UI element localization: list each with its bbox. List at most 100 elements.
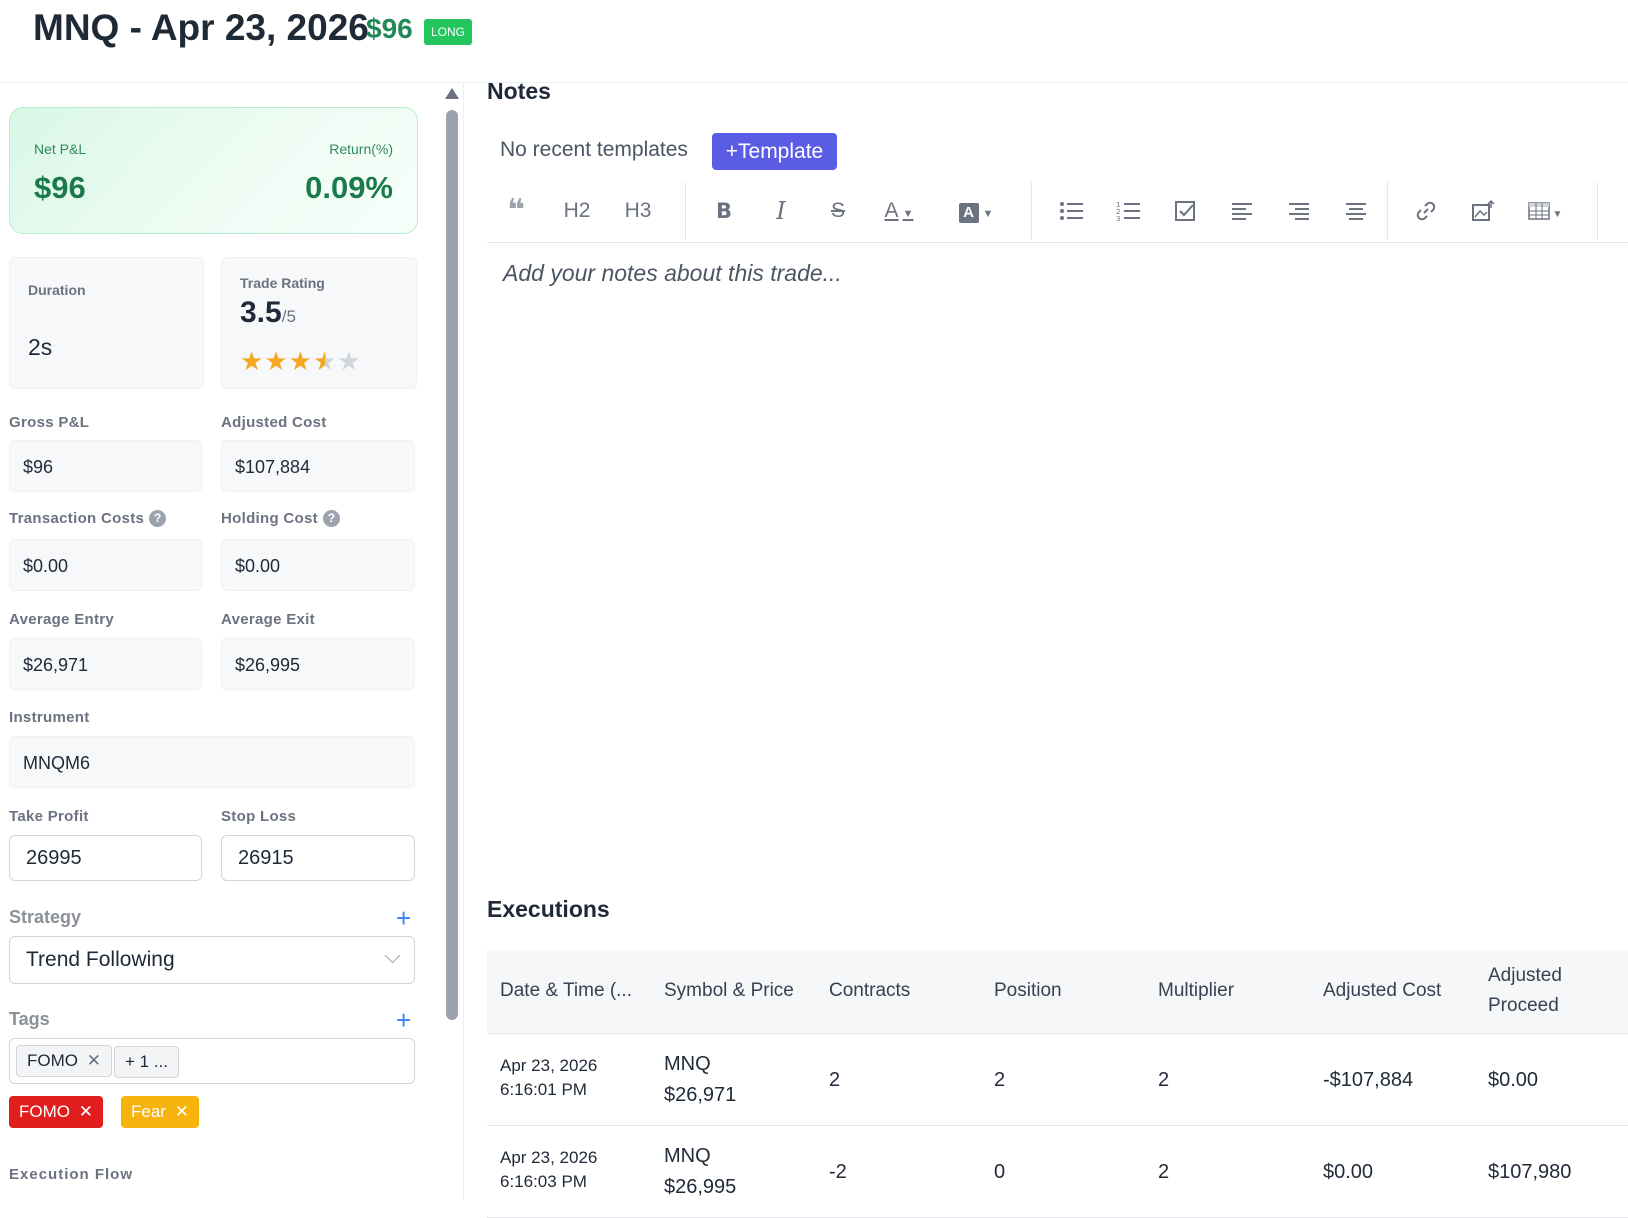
link-icon[interactable] — [1409, 180, 1443, 242]
exec-contracts: 2 — [829, 1069, 841, 1091]
table-row[interactable]: Apr 23, 2026 6:16:03 PM MNQ $26,995 -2 0… — [487, 1126, 1628, 1218]
column-header[interactable]: Position — [994, 976, 1062, 1006]
tag-chip-label: FOMO — [27, 1051, 78, 1070]
column-header[interactable]: Multiplier — [1158, 976, 1234, 1006]
highlight-color-button[interactable]: A ▼ — [954, 180, 998, 242]
column-header[interactable]: Contracts — [829, 976, 910, 1006]
duration-value: 2s — [28, 334, 53, 360]
highlight-label: A — [958, 203, 979, 223]
toolbar-divider — [685, 182, 686, 240]
table-header: Date & Time (... Symbol & Price Contract… — [487, 950, 1628, 1034]
heading-3-button[interactable]: H3 — [618, 180, 658, 242]
rating-stars[interactable]: ★★★★★ — [240, 346, 362, 377]
insert-image-icon[interactable] — [1466, 180, 1500, 242]
close-icon[interactable]: ✕ — [175, 1102, 189, 1121]
transaction-costs-label: Transaction Costs — [9, 510, 145, 527]
notes-editor[interactable]: Add your notes about this trade... — [503, 260, 842, 287]
average-entry-label: Average Entry — [9, 611, 115, 628]
gross-pnl-field: $96 — [9, 440, 202, 492]
italic-button[interactable]: I — [766, 180, 796, 242]
caret-down-icon: ▼ — [982, 208, 994, 220]
align-center-icon[interactable] — [1339, 180, 1373, 242]
align-right-icon[interactable] — [1282, 180, 1316, 242]
close-icon[interactable]: ✕ — [79, 1102, 93, 1121]
font-color-label: A — [884, 199, 899, 222]
star-half-icon[interactable]: ★ — [313, 346, 337, 376]
strikethrough-button[interactable]: S — [823, 180, 853, 242]
star-icon[interactable]: ★ — [264, 346, 288, 376]
column-header[interactable]: Adjusted Cost — [1323, 976, 1441, 1006]
align-left-icon[interactable] — [1225, 180, 1259, 242]
instrument-field: MNQM6 — [9, 736, 415, 788]
take-profit-input[interactable]: 26995 — [9, 835, 202, 881]
average-exit-label: Average Exit — [221, 611, 315, 628]
trade-rating-score: 3.5/5 — [240, 296, 296, 330]
more-tags-chip[interactable]: + 1 ... — [114, 1046, 179, 1078]
exec-adjusted-proceed: $0.00 — [1488, 1069, 1539, 1091]
stop-loss-label: Stop Loss — [221, 808, 297, 825]
take-profit-label: Take Profit — [9, 808, 89, 825]
strategy-select[interactable]: Trend Following — [9, 936, 415, 984]
add-strategy-icon[interactable]: + — [396, 905, 411, 931]
checklist-icon[interactable] — [1168, 180, 1202, 242]
caret-down-icon: ▼ — [902, 208, 914, 220]
editor-toolbar: ❝ H2 H3 B I S A ▼ A ▼ 123 ▼ — [487, 180, 1628, 243]
trade-rating-label: Trade Rating — [240, 275, 325, 291]
add-template-button[interactable]: +Template — [712, 133, 837, 170]
table-icon — [1527, 202, 1550, 221]
gross-pnl-label: Gross P&L — [9, 414, 90, 431]
rating-max: /5 — [281, 307, 296, 326]
column-header[interactable]: Adjusted Proceed — [1488, 961, 1588, 1021]
font-color-button[interactable]: A ▼ — [877, 180, 921, 242]
transaction-costs-field: $0.00 — [9, 539, 202, 591]
tags-label: Tags — [9, 1009, 50, 1029]
star-icon[interactable]: ★ — [240, 346, 264, 376]
star-empty-icon[interactable]: ★ — [337, 346, 361, 376]
close-icon[interactable]: ✕ — [87, 1051, 101, 1070]
star-icon[interactable]: ★ — [289, 346, 313, 376]
stop-loss-input[interactable]: 26915 — [221, 835, 415, 881]
trade-header: MNQ - Apr 23, 2026 $96 LONG — [0, 0, 1628, 83]
add-tag-icon[interactable]: + — [396, 1007, 411, 1033]
column-header[interactable]: Date & Time (... — [500, 976, 632, 1006]
bullet-list-icon[interactable] — [1054, 180, 1088, 242]
trade-details-panel: Net P&L Return(%) $96 0.09% Duration 2s … — [0, 83, 445, 1200]
scroll-up-arrow[interactable] — [445, 88, 459, 99]
table-row[interactable]: Apr 23, 2026 6:16:01 PM MNQ $26,971 2 2 … — [487, 1034, 1628, 1126]
tag-pill-fomo[interactable]: FOMO ✕ — [9, 1096, 103, 1128]
holding-cost-field: $0.00 — [221, 539, 415, 591]
exec-price: $26,971 — [664, 1084, 737, 1106]
help-icon[interactable]: ? — [149, 510, 167, 527]
column-header[interactable]: Symbol & Price — [664, 976, 794, 1006]
exec-date: Apr 23, 2026 — [500, 1148, 598, 1167]
trade-title: MNQ - Apr 23, 2026 — [33, 7, 369, 48]
tags-select[interactable]: FOMO ✕ + 1 ... — [9, 1038, 415, 1084]
adjusted-cost-field: $107,884 — [221, 440, 415, 492]
toolbar-divider — [1031, 182, 1032, 240]
duration-label: Duration — [28, 282, 86, 298]
exec-position: 2 — [994, 1069, 1006, 1091]
tag-chip[interactable]: FOMO ✕ — [16, 1045, 112, 1077]
tag-pill-label: FOMO — [19, 1102, 70, 1121]
scrollbar-thumb[interactable] — [446, 110, 458, 1020]
tag-pill-fear[interactable]: Fear ✕ — [121, 1096, 199, 1128]
exec-adjusted-cost: -$107,884 — [1323, 1069, 1414, 1091]
exec-time: 6:16:01 PM — [500, 1080, 587, 1099]
exec-symbol: MNQ — [664, 1145, 711, 1167]
rating-value: 3.5 — [240, 296, 282, 329]
execution-flow-label: Execution Flow — [9, 1166, 134, 1183]
bold-button[interactable]: B — [709, 180, 739, 242]
heading-2-button[interactable]: H2 — [557, 180, 597, 242]
return-value: 0.09% — [305, 170, 393, 205]
header-pnl: $96 — [366, 13, 413, 44]
blockquote-icon[interactable]: ❝ — [499, 180, 533, 242]
tag-pill-label: Fear — [131, 1102, 166, 1121]
average-entry-field: $26,971 — [9, 638, 202, 690]
insert-table-button[interactable]: ▼ — [1523, 180, 1567, 242]
exec-adjusted-proceed: $107,980 — [1488, 1161, 1572, 1183]
exec-position: 0 — [994, 1161, 1006, 1183]
numbered-list-icon[interactable]: 123 — [1111, 180, 1145, 242]
net-pnl-card: Net P&L Return(%) $96 0.09% — [9, 107, 418, 234]
help-icon[interactable]: ? — [322, 510, 340, 527]
adjusted-cost-label: Adjusted Cost — [221, 414, 327, 431]
